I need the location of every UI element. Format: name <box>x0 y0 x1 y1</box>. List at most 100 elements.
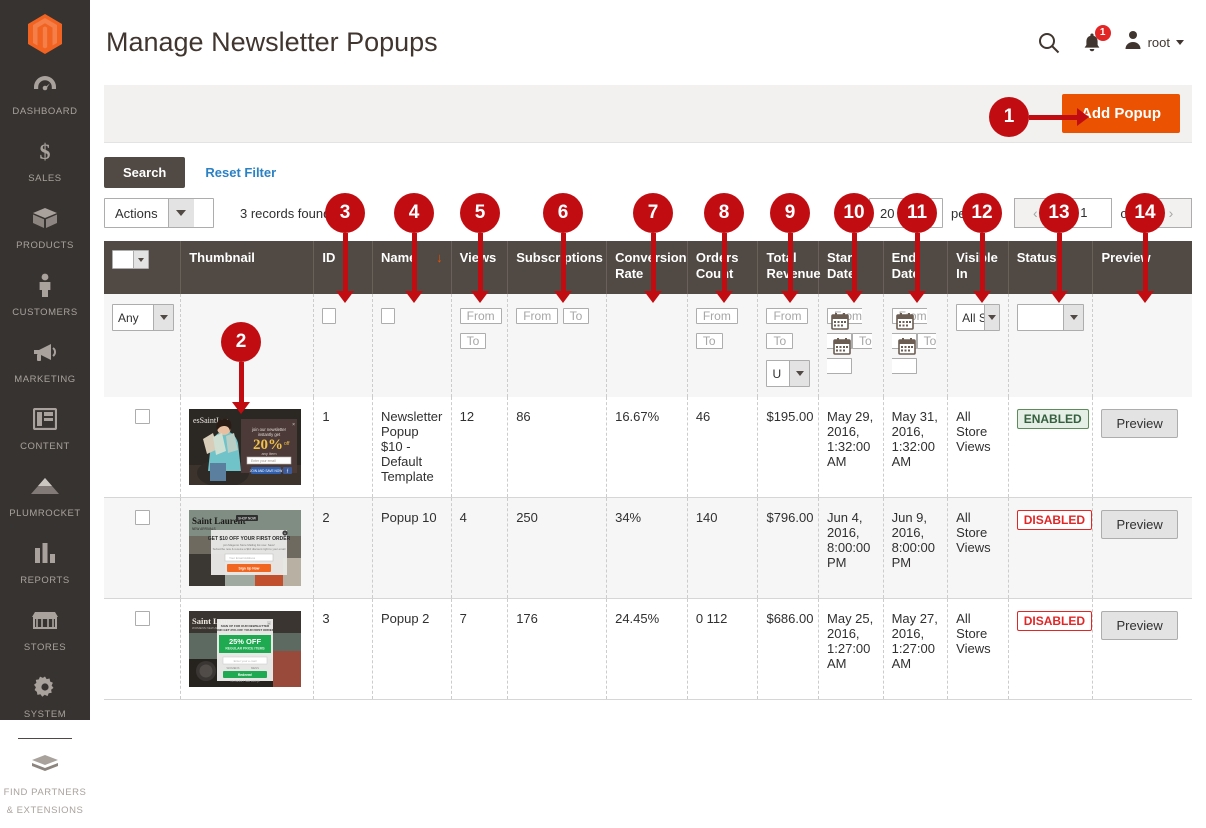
annotation-number: 4 <box>394 193 434 233</box>
views-from-input[interactable]: From <box>459 308 502 324</box>
row-end-date-cell: Jun 9, 2016, 8:00:00 PM <box>883 497 949 599</box>
annotation-arrowhead <box>336 291 354 303</box>
sidebar-item-content[interactable]: CONTENT <box>0 397 90 464</box>
row-id-cell: 3 <box>313 598 373 700</box>
id-filter-input[interactable] <box>322 308 337 324</box>
annotation-arrowhead <box>715 291 733 303</box>
user-avatar-icon <box>1124 30 1142 55</box>
annotation-arrowhead <box>1050 291 1068 303</box>
views-to-input[interactable]: To <box>459 333 487 349</box>
massaction-select[interactable] <box>112 250 149 269</box>
visible-in-filter-value: All S <box>962 310 985 325</box>
user-name: root <box>1147 35 1170 50</box>
subscriptions-from-input[interactable]: From <box>516 308 559 324</box>
revenue-from-input[interactable]: From <box>766 308 809 324</box>
magento-logo[interactable] <box>0 0 90 62</box>
svg-text:SHOP NOW: SHOP NOW <box>238 517 256 521</box>
calendar-icon[interactable] <box>895 312 914 339</box>
row-checkbox[interactable] <box>134 510 150 525</box>
sidebar-item-find-partners-extensions[interactable]: FIND PARTNERS & EXTENSIONS <box>0 743 90 828</box>
sidebar-item-stores[interactable]: STORES <box>0 598 90 665</box>
search-button[interactable]: Search <box>104 156 186 188</box>
row-total-revenue-cell: $686.00 <box>757 598 820 700</box>
svg-text:Subscribe now & receive a $10: Subscribe now & receive a $10 discount r… <box>213 547 286 551</box>
reset-filter-link[interactable]: Reset Filter <box>205 165 276 180</box>
row-visible-in-cell: All Store Views <box>947 598 1009 700</box>
revenue-currency-select[interactable]: U <box>766 360 811 387</box>
sidebar-item-reports[interactable]: REPORTS <box>0 531 90 598</box>
row-subscriptions-cell: 250 <box>507 497 608 599</box>
annotation-arrowhead <box>644 291 662 303</box>
popup-thumbnail-10-off-first-order: Saint Laurent NEW ARRIVALS SHOP NOW × GE… <box>189 510 302 586</box>
name-filter-input[interactable] <box>380 308 395 324</box>
row-name-cell: Popup 10 <box>372 497 452 599</box>
table-row[interactable]: Saint Laur WOMENS NEW ARRIVALS × SIGN UP… <box>104 598 1192 700</box>
svg-text:WOMENS: WOMENS <box>227 666 240 670</box>
status-badge: ENABLED <box>1016 409 1089 429</box>
svg-text:Redeem!: Redeem! <box>238 673 252 677</box>
preview-button[interactable]: Preview <box>1101 611 1178 640</box>
row-checkbox[interactable] <box>134 409 150 424</box>
visible-in-filter-select[interactable]: All S <box>956 304 1000 331</box>
row-id-cell: 1 <box>313 397 373 498</box>
orders-from-input[interactable]: From <box>695 308 738 324</box>
sidebar-item-label: MARKETING <box>14 374 76 385</box>
user-menu[interactable]: root <box>1124 30 1184 55</box>
filter-status <box>1008 294 1094 397</box>
filter-massaction: Any <box>104 294 182 397</box>
column-header-thumbnail[interactable]: Thumbnail <box>180 241 315 294</box>
sidebar-item-marketing[interactable]: MARKETING <box>0 330 90 397</box>
admin-sidebar: DASHBOARD $ SALES PRODUCTS CUSTOMERS MAR… <box>0 0 90 816</box>
annotation-stem <box>1142 233 1148 291</box>
annotation-marker-13: 13 <box>1039 193 1079 303</box>
sidebar-item-system[interactable]: SYSTEM <box>0 665 90 732</box>
annotation-arrowhead <box>471 291 489 303</box>
annotation-marker-6: 6 <box>543 193 583 303</box>
preview-button[interactable]: Preview <box>1101 409 1178 438</box>
revenue-to-input[interactable]: To <box>766 333 794 349</box>
actions-select[interactable]: Actions <box>104 198 214 228</box>
row-conversion-rate-cell: 34% <box>606 497 688 599</box>
row-checkbox-cell <box>104 397 182 498</box>
search-icon[interactable] <box>1038 32 1060 54</box>
column-header-massaction[interactable] <box>104 241 182 294</box>
end-date-to-input[interactable]: To <box>891 333 937 374</box>
preview-button[interactable]: Preview <box>1101 510 1178 539</box>
svg-text:No thanks, I hate savings: No thanks, I hate savings <box>231 679 261 683</box>
start-date-to-input[interactable]: To <box>827 333 872 374</box>
row-views-cell: 7 <box>451 598 509 700</box>
sort-descending-icon: ↓ <box>436 250 443 265</box>
sidebar-item-sales[interactable]: $ SALES <box>0 129 90 196</box>
table-row[interactable]: Saint Laurent NEW ARRIVALS SHOP NOW × GE… <box>104 497 1192 599</box>
sidebar-item-label: REPORTS <box>20 575 70 586</box>
calendar-icon[interactable] <box>831 312 849 339</box>
subscriptions-to-input[interactable]: To <box>562 308 590 324</box>
annotation-marker-10: 10 <box>834 193 874 303</box>
row-checkbox[interactable] <box>134 611 150 626</box>
svg-text:REGULAR PRICE ITEMS: REGULAR PRICE ITEMS <box>226 647 266 651</box>
annotation-number: 1 <box>989 97 1029 137</box>
row-start-date-cell: May 29, 2016, 1:32:00 AM <box>818 397 884 498</box>
massaction-filter-select[interactable]: Any <box>112 304 174 331</box>
dollar-icon: $ <box>2 138 88 164</box>
table-row[interactable]: esSaintLau × join our newsletter instant… <box>104 397 1192 498</box>
annotation-arrowhead <box>1136 291 1154 303</box>
chevron-down-icon <box>1063 305 1084 330</box>
calendar-icon[interactable] <box>897 337 916 364</box>
row-visible-in-cell: All Store Views <box>947 497 1009 599</box>
status-filter-select[interactable] <box>1016 304 1085 331</box>
sidebar-item-customers[interactable]: CUSTOMERS <box>0 263 90 330</box>
sidebar-item-products[interactable]: PRODUCTS <box>0 196 90 263</box>
annotation-number: 2 <box>221 322 261 362</box>
records-found-label: 3 records found <box>240 205 331 221</box>
calendar-icon[interactable] <box>833 337 851 364</box>
megaphone-icon <box>2 339 88 365</box>
annotation-marker-8: 8 <box>704 193 744 303</box>
massaction-checkbox[interactable] <box>113 251 133 268</box>
sidebar-item-plumrocket[interactable]: PLUMROCKET <box>0 464 90 531</box>
bell-icon[interactable]: 1 <box>1082 24 1111 54</box>
annotation-marker-1: 1 <box>989 97 1089 137</box>
annotation-arrowhead <box>973 291 991 303</box>
sidebar-item-dashboard[interactable]: DASHBOARD <box>0 62 90 129</box>
orders-to-input[interactable]: To <box>695 333 723 349</box>
